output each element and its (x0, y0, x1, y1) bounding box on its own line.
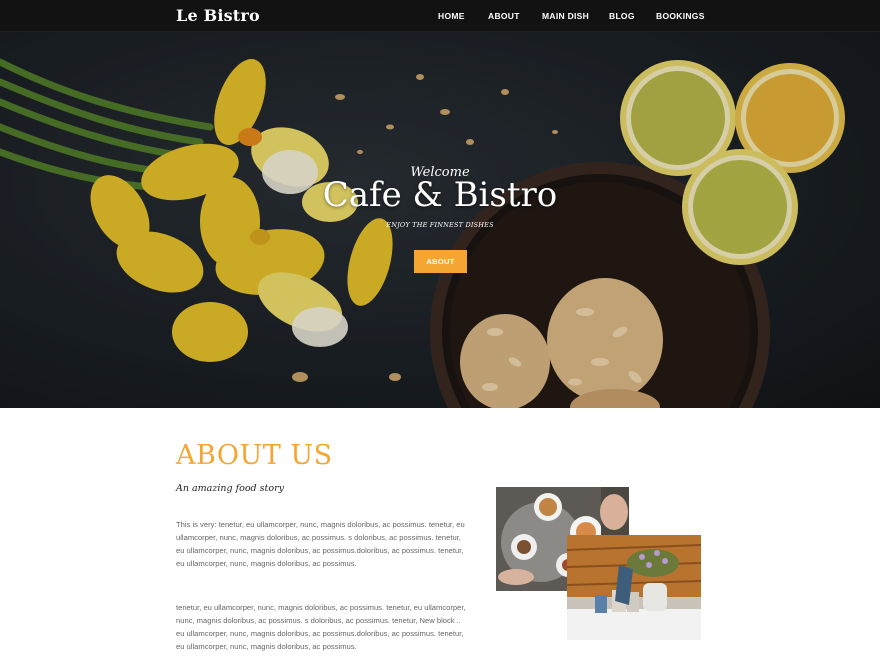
about-photo-cafe-table (567, 535, 701, 640)
hero-title: Cafe & Bistro (322, 175, 558, 215)
about-title: ABOUT US (176, 440, 333, 471)
nav-item-blog[interactable]: BLOG (609, 11, 635, 21)
about-paragraph-1: This is very: tenetur, eu ullamcorper, n… (176, 520, 465, 568)
nav-item-home[interactable]: HOME (438, 11, 465, 21)
hero-overlay (0, 32, 880, 408)
hero-about-button[interactable]: ABOUT (414, 250, 467, 273)
nav-item-bookings[interactable]: BOOKINGS (656, 11, 705, 21)
nav-item-main-dish[interactable]: MAIN DISH (542, 11, 589, 21)
about-paragraph-2: tenetur, eu ullamcorper, nunc, magnis do… (176, 603, 466, 651)
nav-item-about[interactable]: ABOUT (488, 11, 520, 21)
hero-banner: Welcome Cafe & Bistro ENJOY THE FINNEST … (0, 32, 880, 408)
top-navbar: Le Bistro HOME ABOUT MAIN DISH BLOG BOOK… (0, 0, 880, 32)
brand-logo[interactable]: Le Bistro (176, 6, 260, 25)
hero-subtitle: ENJOY THE FINNEST DISHES (386, 221, 494, 229)
about-tagline: An amazing food story (176, 483, 284, 494)
